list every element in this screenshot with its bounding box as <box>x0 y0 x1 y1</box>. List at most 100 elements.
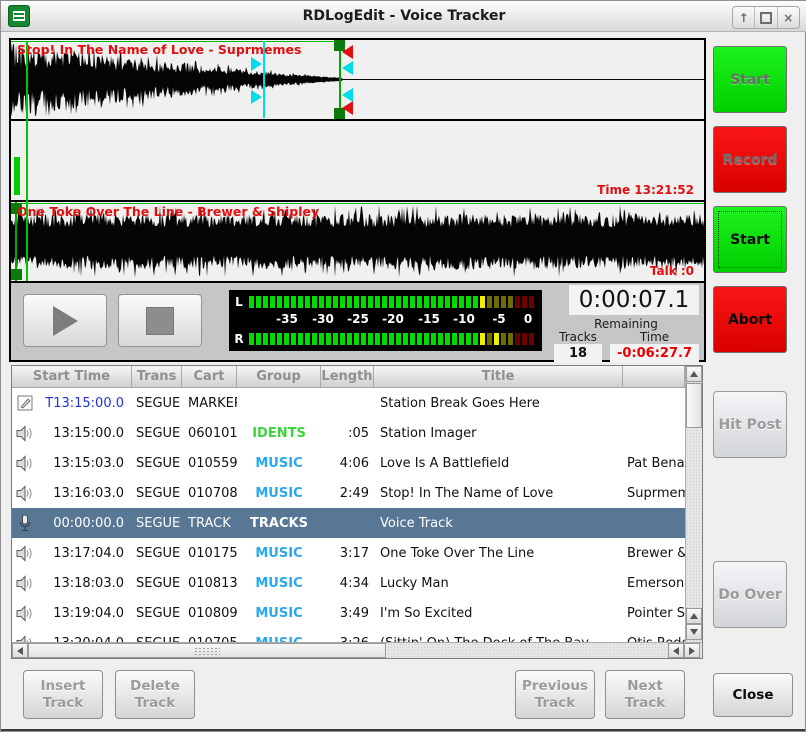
meter-segment <box>480 296 485 308</box>
incoming-track-title: One Toke Over The Line - Brewer & Shiple… <box>17 204 319 219</box>
meter-segment <box>424 296 429 308</box>
title-cell: Lucky Man <box>374 576 623 591</box>
trans-cell: SEGUE <box>132 546 182 561</box>
talk-end-marker-top-icon[interactable] <box>342 61 353 75</box>
meter-segment <box>431 333 436 345</box>
window-bottom-edge <box>1 729 805 731</box>
column-header[interactable]: Group <box>237 366 321 388</box>
meter-segment <box>389 333 394 345</box>
stop-button[interactable] <box>118 294 202 347</box>
record-button[interactable]: Record <box>713 126 787 193</box>
next-track-button[interactable]: Next Track <box>605 670 685 719</box>
meter-segment <box>403 296 408 308</box>
column-header[interactable]: Title <box>374 366 623 388</box>
horizontal-scroll-thumb[interactable] <box>28 643 386 658</box>
start-time-cell: 13:19:04.0 <box>38 606 132 621</box>
vertical-scrollbar[interactable] <box>685 366 702 642</box>
talk-end-marker-bottom-icon[interactable] <box>342 88 353 102</box>
meter-segment <box>305 296 310 308</box>
meter-segment <box>487 296 492 308</box>
remaining-time-label: Time <box>610 330 699 344</box>
scroll-down-button[interactable] <box>686 624 702 640</box>
column-header[interactable]: Start Time <box>12 366 132 388</box>
maximize-icon[interactable] <box>755 7 777 28</box>
previous-track-button[interactable]: Previous Track <box>515 670 595 719</box>
column-header[interactable]: Length <box>321 366 374 388</box>
meter-scale-label: -20 <box>382 312 404 326</box>
meter-segment <box>466 296 471 308</box>
table-row[interactable]: 13:20:04.0SEGUE010705MUSIC3:26(Sittin' O… <box>12 628 685 642</box>
meter-segment <box>326 333 331 345</box>
column-header[interactable]: Trans <box>132 366 182 388</box>
record-region-marker[interactable] <box>14 157 20 195</box>
table-row[interactable]: 13:19:04.0SEGUE010809MUSIC3:49I'm So Exc… <box>12 598 685 628</box>
column-header[interactable] <box>623 366 685 388</box>
close-button[interactable]: Close <box>713 673 793 717</box>
play-button[interactable] <box>23 294 107 347</box>
table-row[interactable]: 00:00:00.0SEGUETRACKTRACKSVoice Track <box>12 508 685 538</box>
close-icon[interactable]: × <box>778 7 799 28</box>
meter-right-label: R <box>229 332 249 346</box>
scroll-up-button[interactable] <box>686 366 702 382</box>
title-cell: Stop! In The Name of Love <box>374 486 623 501</box>
fade-in-marker-icon[interactable] <box>11 254 12 262</box>
talk-marker-handle-bottom-icon[interactable] <box>251 90 262 104</box>
scroll-left-button[interactable] <box>12 643 28 658</box>
table-row[interactable]: 13:18:03.0SEGUE010813MUSIC4:34Lucky ManE… <box>12 568 685 598</box>
meter-segment <box>354 333 359 345</box>
play-icon <box>53 306 78 336</box>
artist-cell: Pat Benatar <box>623 456 685 471</box>
waveform-track-incoming[interactable]: One Toke Over The Line - Brewer & Shiple… <box>11 202 704 283</box>
fade-marker-bottom-icon[interactable] <box>342 101 353 115</box>
table-row[interactable]: 13:16:03.0SEGUE010708MUSIC2:49Stop! In T… <box>12 478 685 508</box>
start-playback2-button[interactable]: Start <box>713 206 787 273</box>
meter-segment <box>270 333 275 345</box>
trans-cell: SEGUE <box>132 486 182 501</box>
vertical-scroll-thumb[interactable] <box>686 383 702 428</box>
do-over-button[interactable]: Do Over <box>713 561 787 628</box>
artist-cell: Brewer & Sh <box>623 546 685 561</box>
table-row[interactable]: 13:15:03.0SEGUE010559MUSIC4:06Love Is A … <box>12 448 685 478</box>
row-type-icon-cell <box>12 485 38 502</box>
meter-segment <box>305 333 310 345</box>
meter-segment <box>382 296 387 308</box>
meter-segment <box>361 296 366 308</box>
table-row[interactable]: T13:15:00.0SEGUEMARKERStation Break Goes… <box>12 388 685 418</box>
meter-segment <box>452 296 457 308</box>
column-header[interactable]: Cart <box>182 366 237 388</box>
waveform-track-voice[interactable]: Time 13:21:52 <box>11 121 704 202</box>
meter-segment <box>396 296 401 308</box>
start-marker-square-bottom-icon[interactable] <box>11 269 22 280</box>
meter-segment <box>249 333 254 345</box>
table-row[interactable]: 13:17:04.0SEGUE010175MUSIC3:17One Toke O… <box>12 538 685 568</box>
meter-segment <box>501 333 506 345</box>
meter-segment <box>431 296 436 308</box>
title-bar[interactable]: RDLogEdit - Voice Tracker ↑ × <box>1 1 806 32</box>
meter-segment <box>417 296 422 308</box>
talk-marker-handle-top-icon[interactable] <box>251 57 262 71</box>
meter-segment <box>501 296 506 308</box>
scroll-up2-button[interactable] <box>686 608 702 624</box>
abort-button[interactable]: Abort <box>713 286 787 353</box>
hit-post-button[interactable]: Hit Post <box>713 391 787 458</box>
meter-segment <box>284 296 289 308</box>
meter-segment <box>452 333 457 345</box>
fade-marker-top-icon[interactable] <box>342 45 353 59</box>
waveform-track-outgoing[interactable]: Stop! In The Name of Love - Suprmemes <box>11 40 704 121</box>
horizontal-scrollbar[interactable] <box>12 642 702 658</box>
meter-segment <box>326 296 331 308</box>
meter-segment <box>375 333 380 345</box>
row-type-icon-cell <box>12 395 38 412</box>
scroll-right-button[interactable] <box>684 643 700 658</box>
table-row[interactable]: 13:15:00.0SEGUE060101IDENTS:05Station Im… <box>12 418 685 448</box>
shade-icon[interactable]: ↑ <box>733 7 755 28</box>
start-time-cell: 13:16:03.0 <box>38 486 132 501</box>
start-playback1-button[interactable]: Start <box>713 46 787 113</box>
arrow-down-icon <box>690 629 698 635</box>
delete-track-button[interactable]: Delete Track <box>115 670 195 719</box>
scroll-left2-button[interactable] <box>668 643 684 658</box>
insert-track-button[interactable]: Insert Track <box>23 670 103 719</box>
row-type-icon-cell <box>12 455 38 472</box>
meter-segment <box>312 296 317 308</box>
artist-cell: Pointer Sist <box>623 606 685 621</box>
